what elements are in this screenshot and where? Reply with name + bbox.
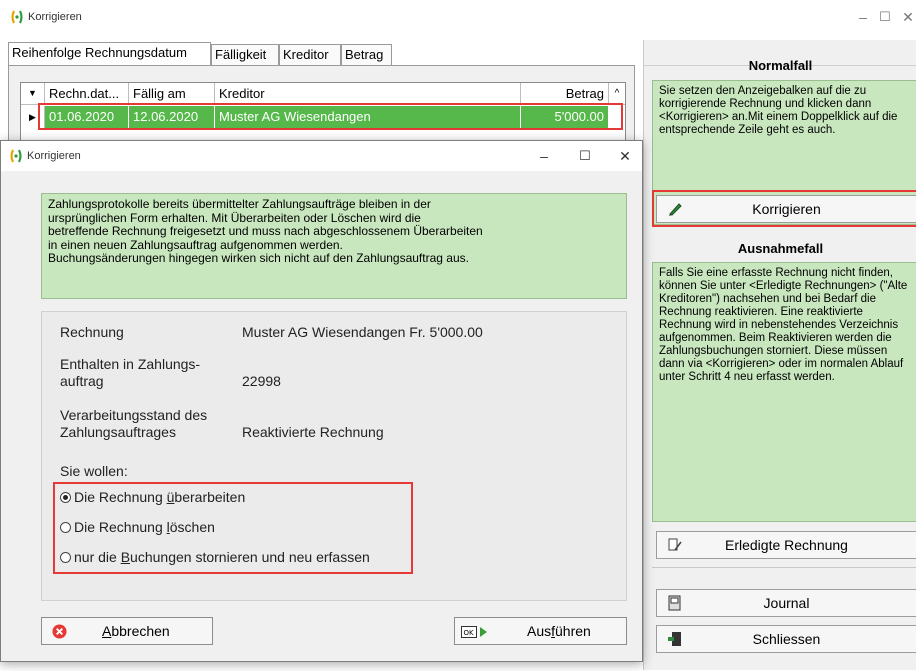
cancel-icon bbox=[52, 624, 67, 639]
dialog-info: Zahlungsprotokolle bereits übermittelter… bbox=[41, 193, 627, 299]
enthalten-value: 22998 bbox=[242, 373, 281, 389]
rechnung-label: Rechnung bbox=[60, 324, 124, 340]
korrigieren-highlight bbox=[652, 190, 916, 227]
window-title: Korrigieren bbox=[28, 11, 82, 23]
schliessen-button[interactable]: Schliessen bbox=[656, 625, 916, 653]
column-header-betrag[interactable]: Betrag bbox=[521, 83, 609, 105]
app-logo-icon bbox=[10, 149, 22, 163]
scroll-up-icon[interactable]: ^ bbox=[609, 83, 625, 105]
journal-button[interactable]: Journal bbox=[656, 589, 916, 617]
abbrechen-label: Abbrechen bbox=[102, 623, 170, 639]
dialog-close-button[interactable]: ✕ bbox=[610, 145, 640, 167]
column-menu-icon[interactable]: ▼ bbox=[21, 83, 45, 105]
column-header-faellig[interactable]: Fällig am bbox=[129, 83, 215, 105]
ausnahmefall-info: Falls Sie eine erfasste Rechnung nicht f… bbox=[652, 262, 916, 522]
window-titlebar: Korrigieren – ☐ ✕ bbox=[0, 0, 916, 36]
enthalten-label-line2: auftrag bbox=[60, 373, 104, 389]
rechnung-value: Muster AG Wiesendangen Fr. 5'000.00 bbox=[242, 324, 483, 340]
ausfuehren-label: Ausführen bbox=[527, 623, 591, 639]
column-header-kreditor[interactable]: Kreditor bbox=[215, 83, 521, 105]
right-panel: Normalfall Sie setzen den Anzeigebalken … bbox=[643, 40, 916, 670]
stand-label-line1: Verarbeitungsstand des bbox=[60, 407, 208, 423]
svg-text:OK: OK bbox=[464, 629, 475, 637]
dialog-minimize-button[interactable]: – bbox=[529, 145, 559, 167]
korrigieren-dialog: Korrigieren – ☐ ✕ Zahlungsprotokolle ber… bbox=[0, 140, 643, 662]
enthalten-label-line1: Enthalten in Zahlungs- bbox=[60, 356, 201, 372]
ok-arrow-icon: OK bbox=[461, 626, 487, 638]
exit-door-icon bbox=[668, 632, 681, 646]
stand-value: Reaktivierte Rechnung bbox=[242, 424, 384, 440]
tab-kreditor[interactable]: Kreditor bbox=[279, 44, 341, 65]
tab-faelligkeit[interactable]: Fälligkeit bbox=[211, 44, 279, 65]
erledigte-rechnung-label: Erledigte Rechnung bbox=[725, 537, 848, 553]
selected-row-highlight bbox=[38, 103, 623, 130]
dialog-form: Rechnung Muster AG Wiesendangen Fr. 5'00… bbox=[41, 311, 627, 601]
tab-betrag[interactable]: Betrag bbox=[341, 44, 392, 65]
dialog-titlebar: Korrigieren – ☐ ✕ bbox=[1, 141, 642, 171]
sie-wollen-label: Sie wollen: bbox=[60, 463, 128, 479]
journal-label: Journal bbox=[763, 595, 810, 611]
document-edit-icon bbox=[668, 538, 682, 551]
erledigte-rechnung-button[interactable]: Erledigte Rechnung bbox=[656, 531, 916, 559]
ausfuehren-button[interactable]: OK Ausführen bbox=[454, 617, 627, 645]
normalfall-title: Normalfall bbox=[748, 58, 813, 73]
column-header-rechnungsdatum[interactable]: Rechn.dat... bbox=[45, 83, 129, 105]
options-highlight bbox=[53, 482, 413, 574]
dialog-title: Korrigieren bbox=[27, 150, 81, 162]
stand-label-line2: Zahlungsauftrages bbox=[60, 424, 176, 440]
tab-reihenfolge-rechnungsdatum[interactable]: Reihenfolge Rechnungsdatum bbox=[8, 42, 211, 65]
app-logo-icon bbox=[11, 10, 23, 24]
journal-icon bbox=[668, 595, 681, 611]
dialog-maximize-button[interactable]: ☐ bbox=[570, 145, 600, 167]
abbrechen-button[interactable]: Abbrechen bbox=[41, 617, 213, 645]
ausnahmefall-title: Ausnahmefall bbox=[737, 241, 824, 256]
schliessen-label: Schliessen bbox=[752, 631, 821, 647]
close-button[interactable]: ✕ bbox=[893, 6, 916, 28]
divider bbox=[652, 567, 916, 568]
